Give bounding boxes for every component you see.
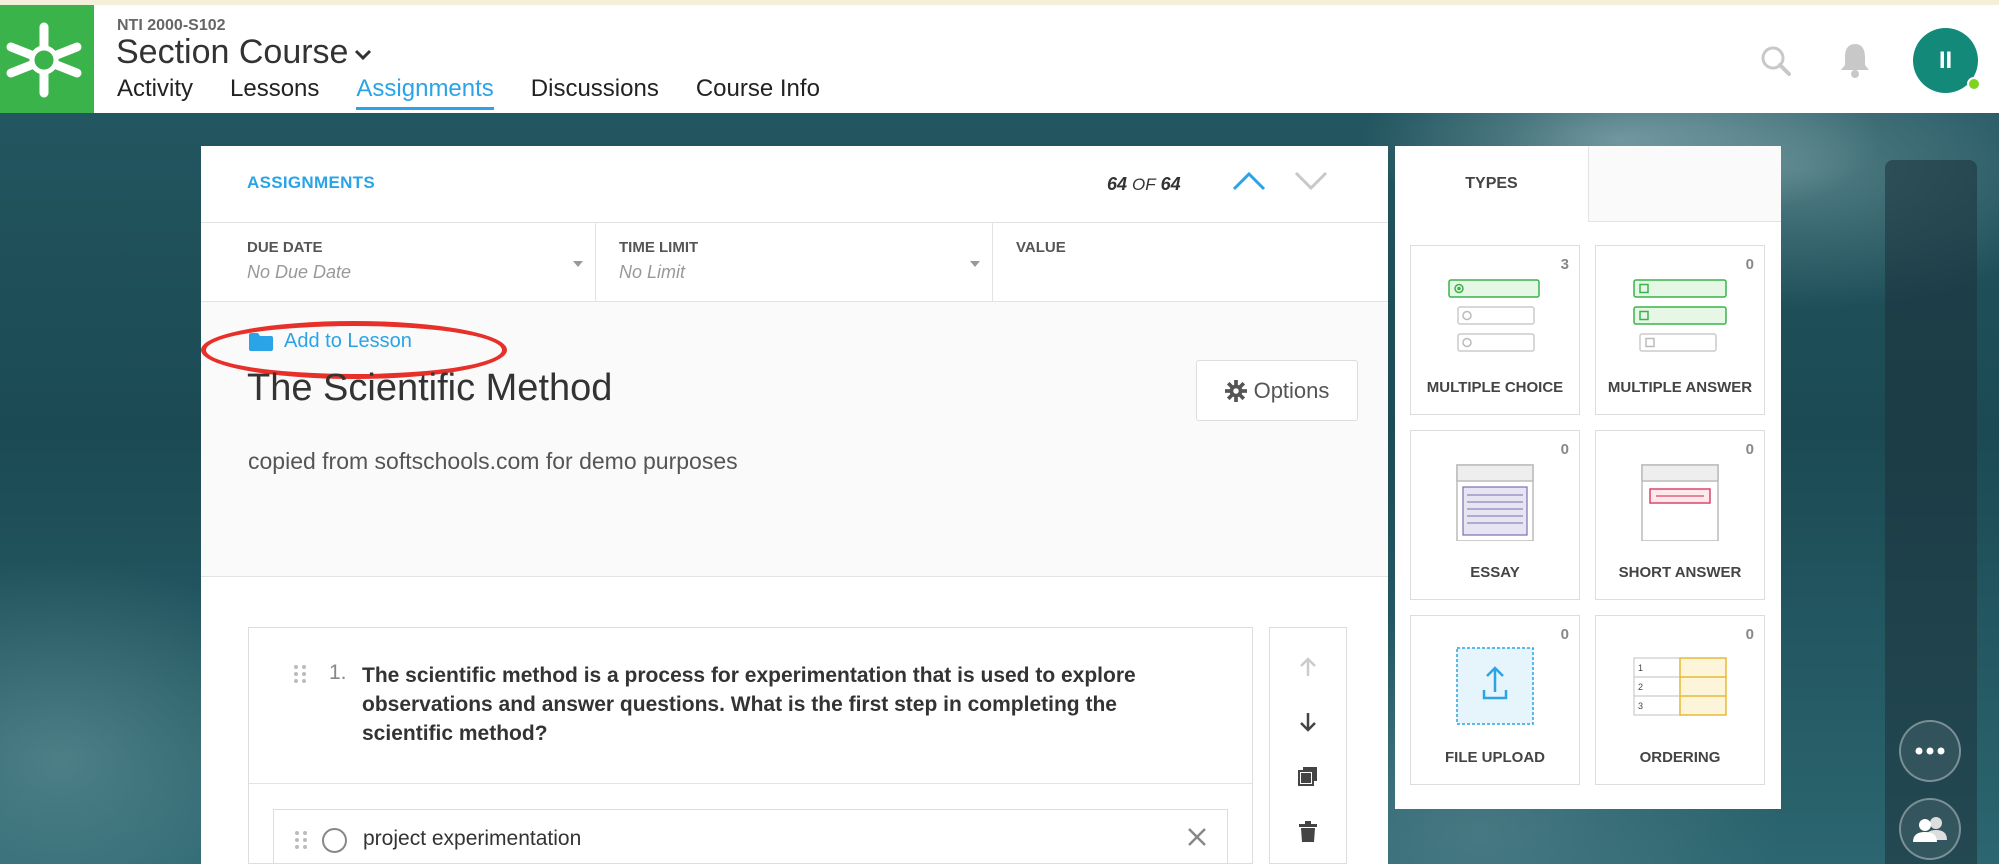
options-button[interactable]: Options: [1196, 360, 1358, 421]
nav-activity[interactable]: Activity: [117, 75, 193, 110]
assignment-info: Add to Lesson The Scientific Method Opti…: [201, 302, 1388, 577]
nav-discussions[interactable]: Discussions: [531, 75, 659, 110]
type-label: SHORT ANSWER: [1618, 564, 1742, 581]
caret-down-icon: [573, 261, 583, 267]
app-header: NTI 2000-S102 Section Course Activity Le…: [0, 5, 1999, 113]
divider: [249, 783, 1252, 784]
tab-types[interactable]: TYPES: [1395, 146, 1589, 222]
user-avatar[interactable]: II: [1913, 28, 1981, 93]
due-date-field[interactable]: DUE DATE No Due Date: [201, 223, 596, 301]
type-count: 0: [1745, 626, 1754, 643]
svg-text:3: 3: [1638, 701, 1643, 711]
type-label: ESSAY: [1470, 564, 1520, 581]
type-essay[interactable]: 0 ESSAY: [1410, 430, 1580, 600]
time-limit-field[interactable]: TIME LIMIT No Limit: [596, 223, 993, 301]
assignments-link[interactable]: ASSIGNMENTS: [247, 173, 375, 193]
ordering-icon: 1 2 3: [1633, 657, 1727, 716]
type-count: 0: [1745, 441, 1754, 458]
assignment-title[interactable]: The Scientific Method: [247, 367, 612, 410]
assignment-settings: DUE DATE No Due Date TIME LIMIT No Limit…: [201, 223, 1388, 302]
course-title: Section Course: [116, 33, 349, 71]
svg-text:1: 1: [1638, 663, 1643, 673]
type-count: 0: [1560, 441, 1569, 458]
online-status-dot: [1967, 77, 1981, 91]
move-down-icon[interactable]: [1298, 711, 1318, 733]
assignment-panel: ASSIGNMENTS 64 OF 64 DUE DATE No Due Dat…: [201, 146, 1388, 864]
more-dots-icon: [1915, 747, 1945, 755]
type-short-answer[interactable]: 0 SHORT ANSWER: [1595, 430, 1765, 600]
answer-text[interactable]: project experimentation: [363, 827, 581, 851]
type-label: MULTIPLE ANSWER: [1607, 379, 1753, 396]
previous-assignment-icon[interactable]: [1231, 170, 1267, 192]
type-label: FILE UPLOAD: [1445, 749, 1545, 766]
drag-handle-icon[interactable]: [293, 664, 307, 684]
nav-lessons[interactable]: Lessons: [230, 75, 319, 110]
svg-text:2: 2: [1638, 682, 1643, 692]
asterisk-logo-icon: [6, 22, 82, 98]
question-types-panel: TYPES 3 MULTIPLE CHOICE 0 MULTIPLE ANSWE…: [1395, 146, 1781, 809]
avatar-initials: II: [1938, 46, 1953, 74]
bell-icon[interactable]: [1838, 41, 1872, 79]
short-answer-icon: [1641, 464, 1719, 541]
trash-icon[interactable]: [1298, 821, 1318, 843]
duplicate-icon[interactable]: [1298, 766, 1318, 786]
course-nav: Activity Lessons Assignments Discussions…: [117, 75, 857, 110]
multiple-choice-icon: [1448, 279, 1540, 352]
type-label: ORDERING: [1639, 749, 1721, 766]
question-toolbar: [1269, 627, 1347, 864]
people-button[interactable]: [1899, 798, 1961, 860]
due-date-value: No Due Date: [247, 262, 352, 282]
type-count: 0: [1560, 626, 1569, 643]
count-current: 64: [1107, 174, 1128, 194]
search-icon[interactable]: [1760, 45, 1792, 77]
count-total: 64: [1160, 174, 1181, 194]
type-multiple-choice[interactable]: 3 MULTIPLE CHOICE: [1410, 245, 1580, 415]
next-assignment-icon[interactable]: [1293, 170, 1329, 192]
chevron-down-icon: [355, 49, 372, 60]
file-upload-icon: [1456, 647, 1534, 725]
type-count: 0: [1745, 256, 1754, 273]
time-limit-label: TIME LIMIT: [619, 239, 699, 256]
answer-option[interactable]: project experimentation: [273, 809, 1228, 864]
nav-course-info[interactable]: Course Info: [696, 75, 820, 110]
essay-icon: [1456, 464, 1534, 541]
drag-handle-icon[interactable]: [294, 830, 308, 850]
caret-down-icon: [970, 261, 980, 267]
course-title-dropdown[interactable]: Section Course: [116, 33, 372, 72]
type-file-upload[interactable]: 0 FILE UPLOAD: [1410, 615, 1580, 785]
move-up-icon[interactable]: [1298, 656, 1318, 678]
type-ordering[interactable]: 0 1 2 3 ORDERING: [1595, 615, 1765, 785]
value-label: VALUE: [1016, 239, 1066, 256]
multiple-answer-icon: [1633, 279, 1727, 352]
tab-empty[interactable]: [1589, 146, 1781, 222]
type-multiple-answer[interactable]: 0 MULTIPLE ANSWER: [1595, 245, 1765, 415]
assignment-description[interactable]: copied from softschools.com for demo pur…: [248, 448, 738, 475]
question-number: 1.: [329, 661, 347, 684]
assignment-counter: 64 OF 64: [1107, 174, 1181, 195]
app-logo[interactable]: [0, 5, 94, 113]
options-label: Options: [1253, 377, 1330, 403]
people-icon: [1913, 817, 1947, 842]
count-of: OF: [1132, 175, 1156, 194]
more-button[interactable]: [1899, 720, 1961, 782]
question-text[interactable]: The scientific method is a process for e…: [362, 661, 1212, 748]
panel-header: ASSIGNMENTS 64 OF 64: [201, 146, 1388, 223]
correct-answer-radio[interactable]: [322, 828, 347, 853]
type-count: 3: [1560, 256, 1569, 273]
type-label: MULTIPLE CHOICE: [1426, 379, 1564, 396]
due-date-label: DUE DATE: [247, 239, 323, 256]
types-tabs: TYPES: [1395, 146, 1781, 222]
gear-icon: [1224, 379, 1247, 402]
value-field[interactable]: VALUE: [993, 223, 1388, 301]
question-card: 1. The scientific method is a process fo…: [248, 627, 1253, 864]
side-dock: [1885, 160, 1977, 864]
time-limit-value: No Limit: [619, 262, 686, 282]
nav-assignments[interactable]: Assignments: [356, 75, 494, 110]
close-icon[interactable]: [1186, 826, 1208, 848]
